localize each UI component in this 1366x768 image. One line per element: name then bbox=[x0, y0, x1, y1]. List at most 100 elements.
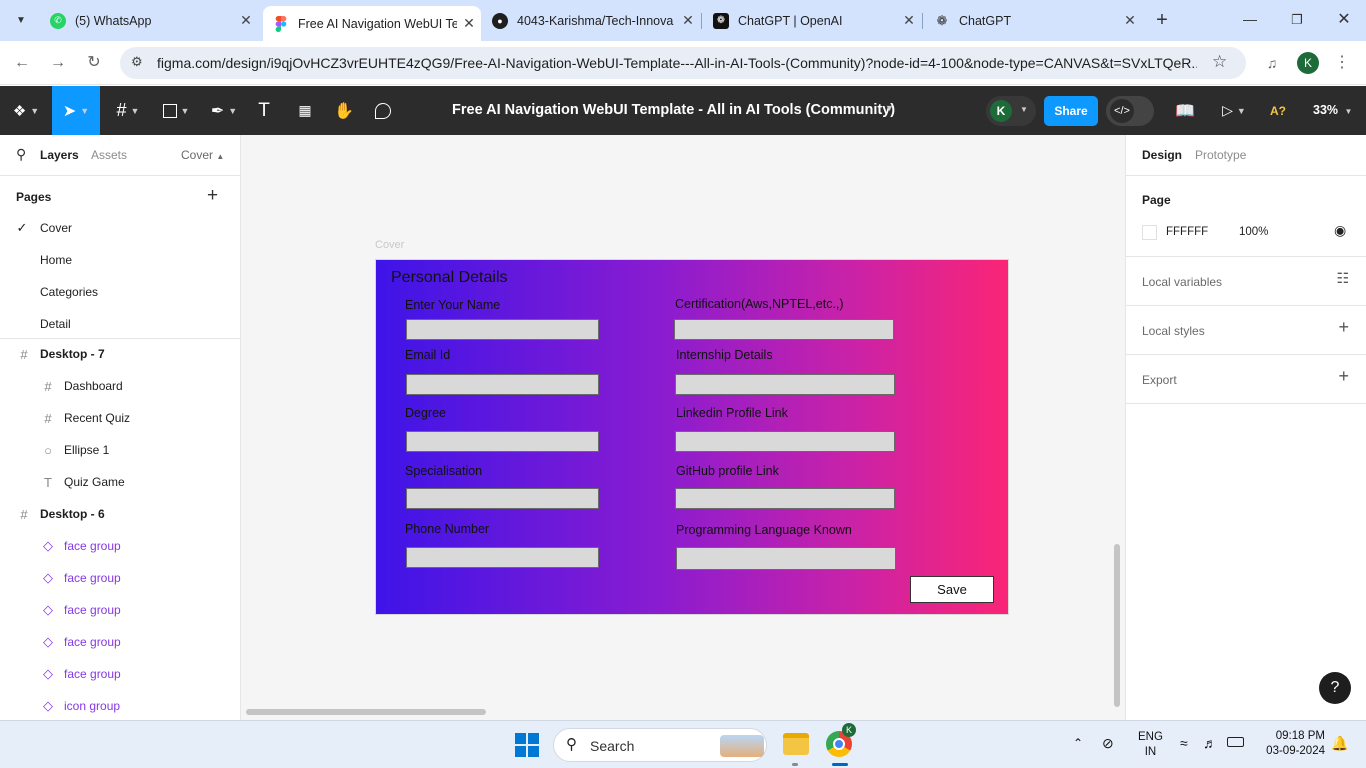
layer-item[interactable]: ◇ face group bbox=[0, 594, 240, 626]
export-section[interactable]: Export + bbox=[1126, 355, 1366, 404]
page-item-detail[interactable]: Detail bbox=[0, 308, 240, 340]
page-item-cover[interactable]: ✓ Cover bbox=[0, 212, 240, 244]
present-button[interactable]: ▷ ▼ bbox=[1216, 86, 1252, 135]
layer-item[interactable]: # Dashboard bbox=[0, 370, 240, 402]
chrome-icon[interactable]: K bbox=[826, 723, 856, 757]
help-button[interactable]: ? bbox=[1319, 672, 1351, 704]
pen-tool-button[interactable]: ✒ ▼ bbox=[204, 86, 244, 135]
internship-input[interactable] bbox=[675, 374, 895, 395]
language-indicator[interactable]: ENG IN bbox=[1138, 730, 1163, 760]
tab-chatgpt[interactable]: ❁ ChatGPT ✕ bbox=[924, 6, 1142, 35]
close-icon[interactable]: ✕ bbox=[676, 12, 700, 29]
close-window-button[interactable]: ✕ bbox=[1332, 8, 1356, 32]
local-styles-section[interactable]: Local styles + bbox=[1126, 306, 1366, 355]
linkedin-input[interactable] bbox=[675, 431, 895, 452]
dev-mode-toggle[interactable]: </> bbox=[1106, 96, 1154, 126]
user-avatar-group[interactable]: K ▼ bbox=[986, 96, 1036, 126]
browser-menu-icon[interactable]: ⋮ bbox=[1330, 51, 1354, 75]
taskbar-search[interactable]: ⚲ Search bbox=[553, 728, 767, 762]
frame-name-label[interactable]: Cover bbox=[375, 239, 404, 251]
github-input[interactable] bbox=[675, 488, 895, 509]
zoom-level[interactable]: 33% ▼ bbox=[1313, 103, 1352, 117]
layer-item[interactable]: # Desktop - 6 bbox=[0, 498, 240, 530]
add-export-icon[interactable]: + bbox=[1338, 366, 1349, 387]
hand-tool-button[interactable]: ✋ bbox=[331, 86, 357, 135]
file-title[interactable]: Free AI Navigation WebUI Template - All … bbox=[452, 102, 895, 118]
minimize-button[interactable]: — bbox=[1238, 8, 1262, 32]
new-tab-button[interactable]: + bbox=[1150, 8, 1174, 32]
layer-item[interactable]: # Desktop - 7 bbox=[0, 338, 240, 370]
close-icon[interactable]: ✕ bbox=[457, 15, 481, 32]
design-canvas[interactable]: Cover Personal Details Enter Your Name E… bbox=[241, 135, 1125, 720]
programming-language-input[interactable] bbox=[676, 547, 896, 570]
tab-github[interactable]: ● 4043-Karishma/Tech-Innova ✕ bbox=[482, 6, 700, 35]
volume-icon[interactable]: ♬ bbox=[1203, 735, 1217, 751]
start-button[interactable] bbox=[515, 733, 539, 757]
battery-icon[interactable] bbox=[1227, 737, 1244, 747]
page-color-swatch[interactable] bbox=[1142, 225, 1157, 240]
search-icon[interactable]: ⚲ bbox=[16, 146, 26, 163]
resources-button[interactable]: ▦ bbox=[292, 86, 318, 135]
horizontal-scrollbar[interactable] bbox=[246, 709, 486, 715]
certification-input[interactable] bbox=[674, 319, 894, 340]
layer-item[interactable]: ◇ face group bbox=[0, 530, 240, 562]
close-icon[interactable]: ✕ bbox=[234, 12, 258, 29]
add-page-icon[interactable]: + bbox=[207, 185, 218, 207]
notification-bell-icon[interactable]: 🔔 bbox=[1331, 735, 1348, 752]
tab-chatgpt-openai[interactable]: ❁ ChatGPT | OpenAI ✕ bbox=[703, 6, 921, 35]
layers-tab[interactable]: Layers bbox=[40, 148, 79, 162]
library-button[interactable]: 📖 bbox=[1172, 86, 1198, 135]
prototype-tab[interactable]: Prototype bbox=[1195, 148, 1246, 162]
vertical-scrollbar[interactable] bbox=[1114, 544, 1120, 707]
close-icon[interactable]: ✕ bbox=[1118, 12, 1142, 29]
page-item-categories[interactable]: Categories bbox=[0, 276, 240, 308]
media-control-icon[interactable]: ♫ bbox=[1260, 51, 1284, 75]
sliders-icon[interactable]: ☷ bbox=[1336, 270, 1349, 287]
personal-details-frame[interactable]: Personal Details Enter Your Name Email I… bbox=[375, 259, 1009, 615]
move-tool-button[interactable]: ➤ ▼ bbox=[52, 86, 100, 135]
page-color-value[interactable]: FFFFFF bbox=[1166, 226, 1208, 238]
share-button[interactable]: Share bbox=[1044, 96, 1098, 126]
reload-button[interactable]: ↻ bbox=[82, 51, 106, 75]
tab-whatsapp[interactable]: ✆ (5) WhatsApp ✕ bbox=[40, 6, 258, 35]
page-selector[interactable]: Cover ▲ bbox=[181, 148, 224, 162]
tab-figma[interactable]: Free AI Navigation WebUI Te ✕ bbox=[263, 6, 481, 41]
frame-tool-button[interactable]: # ▼ bbox=[108, 86, 148, 135]
file-explorer-icon[interactable] bbox=[783, 733, 809, 755]
back-button[interactable]: ← bbox=[10, 51, 34, 75]
layer-item[interactable]: ◇ face group bbox=[0, 658, 240, 690]
profile-avatar[interactable]: K bbox=[1297, 52, 1319, 74]
shape-tool-button[interactable]: ▼ bbox=[156, 86, 196, 135]
specialisation-input[interactable] bbox=[406, 488, 599, 509]
restore-button[interactable]: ❐ bbox=[1285, 8, 1309, 32]
layer-item[interactable]: ◇ face group bbox=[0, 626, 240, 658]
bookmark-star-icon[interactable]: ☆ bbox=[1212, 52, 1227, 72]
degree-input[interactable] bbox=[406, 431, 599, 452]
layer-item[interactable]: ◇ icon group bbox=[0, 690, 240, 720]
layer-item[interactable]: ○ Ellipse 1 bbox=[0, 434, 240, 466]
assets-tab[interactable]: Assets bbox=[91, 148, 127, 162]
layer-item[interactable]: T Quiz Game bbox=[0, 466, 240, 498]
url-text[interactable]: figma.com/design/i9qjOvHCZ3vrEUHTE4zQG9/… bbox=[157, 55, 1197, 71]
page-item-home[interactable]: Home bbox=[0, 244, 240, 276]
site-info-icon[interactable]: ⚙ bbox=[131, 54, 143, 70]
clock[interactable]: 09:18 PM 03-09-2024 bbox=[1259, 729, 1325, 759]
text-tool-button[interactable]: T bbox=[252, 86, 276, 135]
show-hidden-icons[interactable]: ⌃ bbox=[1073, 736, 1083, 750]
layer-item[interactable]: ◇ face group bbox=[0, 562, 240, 594]
name-input[interactable] bbox=[406, 319, 599, 340]
close-icon[interactable]: ✕ bbox=[897, 12, 921, 29]
page-opacity-value[interactable]: 100% bbox=[1239, 226, 1268, 238]
network-off-icon[interactable]: ⊘ bbox=[1102, 735, 1114, 752]
phone-input[interactable] bbox=[406, 547, 599, 568]
forward-button[interactable]: → bbox=[46, 51, 70, 75]
comment-tool-button[interactable] bbox=[370, 86, 396, 135]
tab-search-button[interactable]: ▼ bbox=[8, 8, 34, 34]
add-style-icon[interactable]: + bbox=[1338, 317, 1349, 338]
local-variables-section[interactable]: Local variables ☷ bbox=[1126, 257, 1366, 306]
design-tab[interactable]: Design bbox=[1142, 148, 1182, 162]
save-button[interactable]: Save bbox=[910, 576, 994, 603]
missing-fonts-indicator[interactable]: A? bbox=[1270, 104, 1286, 118]
chevron-down-icon[interactable]: ▼ bbox=[885, 103, 894, 113]
main-menu-button[interactable]: ❖ ▼ bbox=[6, 86, 46, 135]
